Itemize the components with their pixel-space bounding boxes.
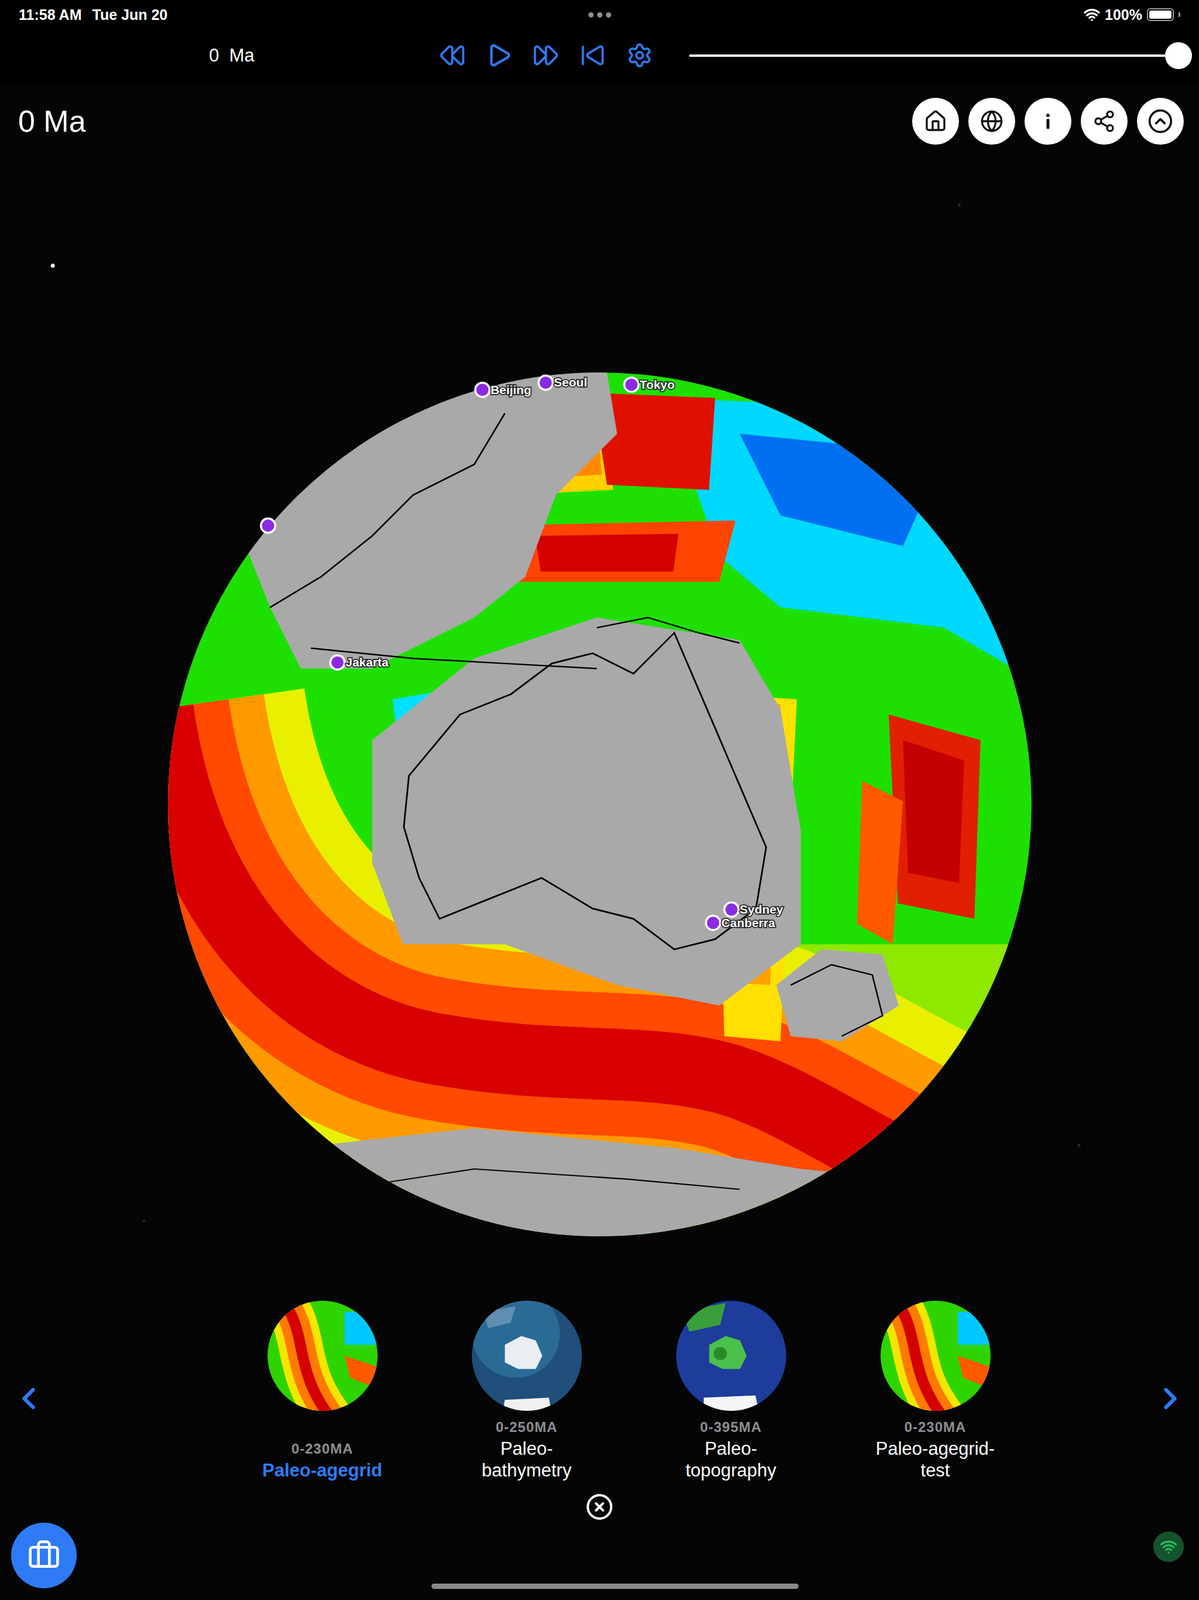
- layer-card[interactable]: 0-395MA Paleo-topography: [643, 1300, 820, 1481]
- app-screen: 11:58 AM Tue Jun 20 100% 0 Ma 0 Ma Beijing Seo…: [0, 0, 1199, 1600]
- toolbox-icon: [27, 1538, 61, 1572]
- layer-text: 0-395MA Paleo-topography: [660, 1410, 802, 1481]
- city-marker[interactable]: Beijing: [474, 382, 532, 397]
- city-marker[interactable]: Tokyo: [624, 377, 675, 392]
- multitask-dots[interactable]: [588, 12, 612, 18]
- city-label: Canberra: [720, 915, 775, 930]
- battery-fill: [1149, 10, 1172, 19]
- bottom-row: [0, 1520, 1199, 1600]
- previous-button[interactable]: [11, 1380, 47, 1416]
- wifi-icon: [1159, 1537, 1178, 1555]
- city-label: Sydney: [739, 902, 784, 916]
- layer-range: 0-395MA: [700, 1418, 763, 1435]
- city-label: Seoul: [553, 375, 588, 389]
- battery-icon: [1146, 8, 1174, 22]
- layer-title: Paleo-agegrid: [262, 1458, 383, 1481]
- slider-thumb[interactable]: [1165, 42, 1192, 70]
- city-label: Jakarta: [345, 655, 389, 669]
- city-pin[interactable]: [538, 375, 553, 390]
- fast-forward-icon[interactable]: [532, 42, 560, 69]
- time-title: 0 Ma: [18, 103, 87, 139]
- settings-gear-icon[interactable]: [626, 42, 653, 69]
- city-marker[interactable]: Sydney: [724, 902, 784, 917]
- status-indicators: 100%: [611, 6, 1181, 24]
- chevron-right-icon: [1152, 1380, 1188, 1416]
- view-buttons: [912, 97, 1184, 145]
- dot: [605, 12, 612, 18]
- chevron-left-icon: [11, 1380, 47, 1416]
- header-row: 0 Ma: [0, 83, 1199, 145]
- globe-container: Beijing Seoul Tokyo Jakarta SydneyCanberra: [0, 372, 1199, 1236]
- slider-fill: [689, 54, 1179, 57]
- layer-title: Paleo-agegrid-test: [865, 1437, 1006, 1481]
- top-bar: 11:58 AM Tue Jun 20 100% 0 Ma: [0, 0, 1199, 84]
- globe-button[interactable]: [968, 97, 1016, 145]
- layer-title: Paleo-bathymetry: [456, 1437, 598, 1481]
- close-row: [0, 1492, 1199, 1521]
- city-pin[interactable]: [705, 915, 720, 930]
- date: Tue Jun 20: [91, 6, 168, 24]
- layer-card[interactable]: 0-250MA Paleo-bathymetry: [439, 1300, 615, 1481]
- city-pin[interactable]: [624, 377, 639, 392]
- share-button[interactable]: [1080, 97, 1128, 145]
- share-icon: [1092, 109, 1116, 133]
- city-label: Tokyo: [639, 377, 675, 392]
- playback-controls: [439, 42, 653, 69]
- play-icon[interactable]: [485, 42, 513, 69]
- close-icon[interactable]: [585, 1492, 614, 1521]
- layer-text: 0-250MA Paleo-bathymetry: [456, 1410, 598, 1481]
- globe-icon: [980, 109, 1004, 133]
- layer-range: 0-250MA: [495, 1418, 558, 1435]
- home-indicator[interactable]: [431, 1583, 799, 1589]
- layer-carousel: 0-230MAPaleo-agegrid0-250MAPaleo-bathyme…: [0, 1300, 1199, 1481]
- status-time: 11:58 AM Tue Jun 20: [18, 6, 589, 24]
- time-slider[interactable]: [689, 42, 1179, 70]
- layer-range: 0-230MA: [291, 1440, 354, 1457]
- clock: 11:58 AM: [18, 6, 82, 24]
- layer-thumbnail[interactable]: [471, 1300, 582, 1411]
- battery-cap: [1178, 12, 1181, 17]
- city-pin[interactable]: [474, 382, 489, 397]
- playback-toolbar: 0 Ma: [0, 26, 1199, 84]
- city-label: Beijing: [490, 382, 532, 397]
- rewind-icon[interactable]: [439, 42, 466, 69]
- layer-card[interactable]: 0-230MAPaleo-agegrid: [234, 1300, 411, 1481]
- layer-range: 0-230MA: [904, 1418, 967, 1435]
- home-icon: [923, 109, 948, 133]
- globe-view: 0 Ma Beijing Seoul Tokyo Jakarta SydneyCanber…: [0, 83, 1199, 1600]
- city-pin[interactable]: [724, 902, 739, 917]
- time-label: 0 Ma: [209, 45, 440, 67]
- connection-badge[interactable]: [1153, 1530, 1184, 1562]
- status-bar: 11:58 AM Tue Jun 20 100%: [0, 0, 1199, 27]
- city-marker[interactable]: Canberra: [705, 915, 775, 930]
- layer-title: Paleo-topography: [660, 1437, 802, 1481]
- city-pin[interactable]: [330, 655, 345, 670]
- city-marker[interactable]: Jakarta: [330, 655, 389, 670]
- info-button[interactable]: [1024, 97, 1072, 145]
- next-button[interactable]: [1152, 1380, 1188, 1416]
- battery-reading: 100%: [1104, 6, 1143, 24]
- globe-map[interactable]: Beijing Seoul Tokyo Jakarta SydneyCanberra: [168, 372, 1032, 1236]
- layer-thumbnail[interactable]: [676, 1300, 787, 1411]
- layer-thumbnail[interactable]: [267, 1300, 378, 1411]
- city-marker[interactable]: Seoul: [538, 375, 587, 390]
- layer-list: 0-230MAPaleo-agegrid0-250MAPaleo-bathyme…: [46, 1300, 1153, 1481]
- chevron-up-icon: [1147, 108, 1174, 135]
- city-pin[interactable]: [260, 518, 275, 533]
- dot: [588, 12, 594, 18]
- collapse-button[interactable]: [1136, 97, 1184, 145]
- layer-text: 0-230MAPaleo-agegrid: [252, 1410, 393, 1481]
- skip-back-icon[interactable]: [579, 42, 606, 69]
- layer-thumbnail[interactable]: [880, 1300, 991, 1411]
- ocean-age-layer: [157, 372, 1046, 1236]
- layer-text: 0-230MA Paleo-agegrid-test: [865, 1410, 1006, 1481]
- home-button[interactable]: [912, 97, 959, 145]
- dot: [597, 12, 603, 18]
- layer-card[interactable]: 0-230MA Paleo-agegrid-test: [847, 1300, 1024, 1481]
- info-icon: [1036, 109, 1060, 133]
- toolbox-button[interactable]: [11, 1522, 77, 1588]
- slider-track: [689, 54, 1179, 57]
- wifi-icon: [1083, 6, 1101, 23]
